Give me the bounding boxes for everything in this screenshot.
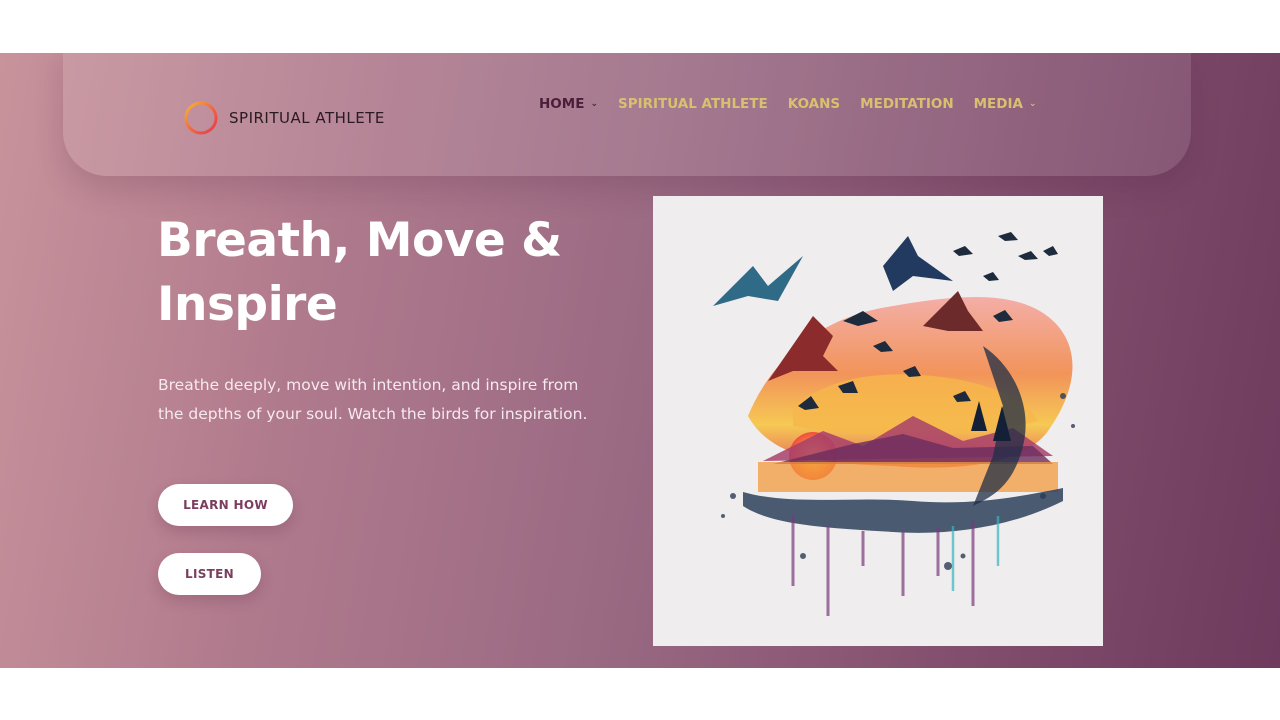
chevron-down-icon: ⌄ xyxy=(1028,99,1037,109)
nav-item-label: HOME xyxy=(539,96,585,112)
nav-item-koans[interactable]: KOANS xyxy=(788,96,840,112)
site-logo[interactable]: SPIRITUAL ATHLETE xyxy=(183,100,385,136)
listen-button[interactable]: LISTEN xyxy=(158,553,261,595)
main-nav: HOME ⌄ SPIRITUAL ATHLETE KOANS MEDITATIO… xyxy=(539,96,1057,112)
birds-sunset-illustration xyxy=(713,232,1075,616)
nav-item-label: KOANS xyxy=(787,96,841,112)
hero-description: Breathe deeply, move with intention, and… xyxy=(158,376,588,423)
chevron-down-icon: ⌄ xyxy=(590,99,598,109)
nav-item-label: MEDITATION xyxy=(860,96,954,112)
hero-section: SPIRITUAL ATHLETE HOME ⌄ SPIRITUAL ATHLE… xyxy=(0,53,1280,668)
learn-how-button[interactable]: LEARN HOW xyxy=(158,484,293,526)
nav-item-spiritual-athlete[interactable]: SPIRITUAL ATHLETE xyxy=(618,96,768,112)
nav-item-label: SPIRITUAL ATHLETE xyxy=(617,96,768,112)
ring-icon xyxy=(184,101,218,135)
hero-artwork xyxy=(653,196,1103,646)
nav-item-meditation[interactable]: MEDITATION xyxy=(860,96,953,112)
logo-text: SPIRITUAL ATHLETE xyxy=(229,109,385,127)
hero-title: Breath, Move & Inspire xyxy=(157,213,562,332)
nav-item-home[interactable]: HOME ⌄ xyxy=(539,96,598,112)
nav-item-media[interactable]: MEDIA ⌄ xyxy=(974,96,1037,112)
nav-item-label: MEDIA xyxy=(973,96,1023,112)
